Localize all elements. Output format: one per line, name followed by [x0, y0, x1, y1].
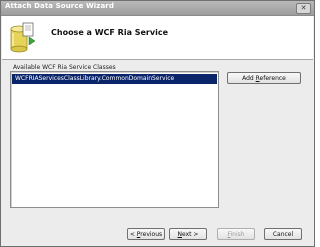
title-bar[interactable]: Attach Data Source Wizard ✕: [1, 1, 314, 16]
button-label-post: inish: [230, 231, 245, 238]
window-title: Attach Data Source Wizard: [5, 2, 114, 10]
button-label-post: eference: [259, 75, 286, 82]
next-button[interactable]: Next >: [169, 228, 207, 240]
button-label-pre: Add: [242, 75, 256, 82]
button-label-post: revious: [140, 231, 163, 238]
list-item[interactable]: WCFRIAServicesClassLibrary.CommonDomainS…: [12, 74, 217, 84]
wizard-window: Attach Data Source Wizard ✕ Choose a WCF…: [0, 0, 315, 247]
page-title: Choose a WCF Ria Service: [51, 28, 169, 37]
cancel-button[interactable]: Cancel: [264, 228, 302, 240]
wizard-header: Choose a WCF Ria Service: [2, 16, 313, 60]
close-icon[interactable]: ✕: [296, 3, 311, 14]
button-label-post: Cancel: [272, 231, 294, 238]
button-label-pre: <: [129, 231, 137, 238]
add-reference-button[interactable]: Add Reference: [227, 72, 301, 84]
service-class-list[interactable]: WCFRIAServicesClassLibrary.CommonDomainS…: [10, 71, 219, 208]
button-label-post: ext >: [182, 231, 199, 238]
database-wizard-icon: [10, 22, 36, 53]
available-classes-label: Available WCF Ria Service Classes: [13, 64, 116, 71]
finish-button[interactable]: Finish: [217, 228, 255, 240]
previous-button[interactable]: < Previous: [127, 228, 165, 240]
